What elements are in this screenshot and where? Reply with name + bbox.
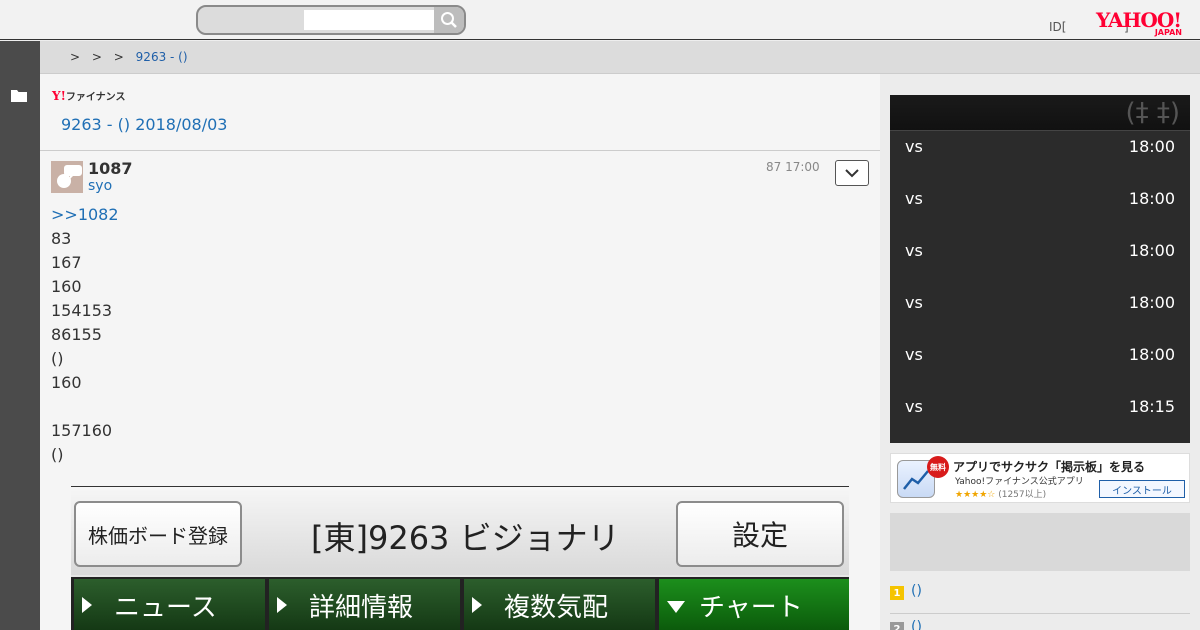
divider	[40, 150, 880, 151]
post-body: >>1082 83 167 160 154153 86155 () 160 15…	[51, 203, 119, 467]
post-line: 160	[51, 373, 82, 392]
post-user[interactable]: syo	[88, 178, 112, 194]
logo-sub: JAPAN	[1154, 28, 1182, 37]
schedule-time: 18:00	[1128, 189, 1175, 208]
chevron-down-icon	[845, 168, 859, 177]
main-content: Y!ファイナンス 9263 - () 2018/08/03 1087 syo 8…	[40, 74, 880, 630]
post-line: 154153	[51, 301, 113, 320]
triangle-right-icon	[277, 597, 287, 613]
screenshot-tab-chart: チャート	[659, 579, 849, 630]
schedule-vs: vs	[905, 137, 923, 156]
schedule-row[interactable]: vs 18:00	[890, 287, 1190, 339]
star-rating-icon: ★★★★☆	[955, 490, 996, 500]
screenshot-settings-button: 設定	[676, 501, 844, 567]
tab-label: 詳細情報	[309, 592, 414, 623]
tab-label: 複数気配	[504, 592, 609, 623]
search-box	[196, 5, 466, 35]
top-bar: ID[ ] YAHOO! JAPAN	[0, 0, 1200, 40]
screenshot-tabs: ニュース 詳細情報 複数気配 チャート	[71, 577, 849, 630]
ranking-item[interactable]: 1 ()	[890, 578, 1190, 614]
schedule-vs: vs	[905, 189, 923, 208]
schedule-row[interactable]: vs 18:00	[890, 183, 1190, 235]
post-line: 160	[51, 277, 82, 296]
app-ad-subtitle: Yahoo!ファイナンス公式アプリ	[955, 477, 1084, 487]
rating-count: (1257以上)	[998, 490, 1047, 500]
screenshot-tab-news: ニュース	[74, 579, 265, 630]
post-line: 86155	[51, 325, 102, 344]
schedule-row[interactable]: vs 18:00	[890, 339, 1190, 391]
breadcrumb: > > > 9263 - ()	[40, 41, 1200, 74]
triangle-right-icon	[472, 597, 482, 613]
ranking-link[interactable]: ()	[911, 619, 922, 630]
screenshot-tab-quotes: 複数気配	[464, 579, 655, 630]
logo-main: YAHOO!	[1096, 8, 1182, 32]
board-title[interactable]: 9263 - () 2018/08/03	[61, 115, 227, 134]
post-line: ()	[51, 349, 64, 368]
post-line: 157160	[51, 421, 113, 440]
screenshot-title: [東]9263 ビジョナリ	[311, 519, 620, 557]
breadcrumb-separator: >	[113, 50, 124, 64]
reply-link[interactable]: >>1082	[51, 203, 119, 227]
post-line-blank	[51, 395, 119, 419]
schedule-time: 18:00	[1128, 345, 1175, 364]
schedule-time: 18:00	[1128, 137, 1175, 156]
id-link[interactable]: ID[	[1049, 20, 1066, 34]
breadcrumb-separator: >	[91, 50, 102, 64]
schedule-header: (‡ ‡)	[890, 95, 1190, 131]
ranking-item[interactable]: 2 ()	[890, 614, 1190, 630]
breadcrumb-separator: >	[70, 50, 81, 64]
post-line: 83	[51, 229, 72, 248]
schedule-widget: (‡ ‡) vs 18:00 vs 18:00 vs 18:00 vs 18:00 vs…	[890, 95, 1190, 443]
breadcrumb-current[interactable]: 9263 - ()	[136, 50, 188, 64]
schedule-row[interactable]: vs 18:15	[890, 391, 1190, 443]
yahoo-japan-logo[interactable]: YAHOO! JAPAN	[1096, 10, 1188, 38]
schedule-vs: vs	[905, 241, 923, 260]
app-rating: ★★★★☆ (1257以上)	[955, 487, 1046, 500]
screenshot-tab-details: 詳細情報	[269, 579, 460, 630]
install-button[interactable]: インストール	[1099, 480, 1185, 498]
rank-number: 2	[890, 622, 904, 630]
tab-label: チャート	[699, 592, 803, 623]
screenshot-header: 株価ボード登録 [東]9263 ビジョナリ 設定	[71, 487, 849, 575]
ad-placeholder	[890, 513, 1190, 571]
finance-logo[interactable]: Y!ファイナンス	[52, 88, 125, 103]
avatar[interactable]	[51, 161, 83, 193]
user-icon	[57, 165, 82, 188]
left-rail	[0, 41, 40, 630]
folder-icon[interactable]	[11, 89, 27, 102]
post-line: 167	[51, 253, 82, 272]
post-timestamp: 87 17:00	[766, 160, 820, 174]
baseball-icon: (‡ ‡)	[1125, 98, 1180, 128]
tab-label: ニュース	[114, 592, 217, 623]
search-button[interactable]	[434, 7, 464, 33]
schedule-vs: vs	[905, 397, 923, 416]
schedule-vs: vs	[905, 345, 923, 364]
post-menu-button[interactable]	[835, 160, 869, 186]
rank-number: 1	[890, 586, 904, 600]
search-input[interactable]	[304, 10, 434, 30]
schedule-list: vs 18:00 vs 18:00 vs 18:00 vs 18:00 vs 18:00 …	[890, 131, 1190, 443]
triangle-down-icon	[667, 601, 685, 613]
app-ad-banner[interactable]: 無料 アプリでサクサク「掲示板」を見る Yahoo!ファイナンス公式アプリ ★★…	[890, 453, 1190, 503]
schedule-time: 18:15	[1128, 397, 1175, 416]
triangle-right-icon	[82, 597, 92, 613]
right-sidebar: (‡ ‡) vs 18:00 vs 18:00 vs 18:00 vs 18:00 vs…	[880, 74, 1200, 630]
schedule-time: 18:00	[1128, 293, 1175, 312]
schedule-vs: vs	[905, 293, 923, 312]
finance-logo-text: ファイナンス	[65, 92, 126, 103]
ranking-link[interactable]: ()	[911, 583, 922, 599]
schedule-row[interactable]: vs 18:00	[890, 235, 1190, 287]
app-ad-title: アプリでサクサク「掲示板」を見る	[953, 460, 1146, 474]
post-line: ()	[51, 445, 64, 464]
screenshot-board-button: 株価ボード登録	[74, 501, 242, 567]
schedule-row[interactable]: vs 18:00	[890, 131, 1190, 183]
free-badge: 無料	[927, 456, 949, 478]
finance-logo-mark: Y!	[52, 89, 66, 103]
schedule-time: 18:00	[1128, 241, 1175, 260]
attached-screenshot[interactable]: 株価ボード登録 [東]9263 ビジョナリ 設定 ニュース 詳細情報 複数気配 …	[71, 486, 849, 630]
post-number[interactable]: 1087	[88, 159, 133, 178]
search-icon	[441, 12, 457, 28]
